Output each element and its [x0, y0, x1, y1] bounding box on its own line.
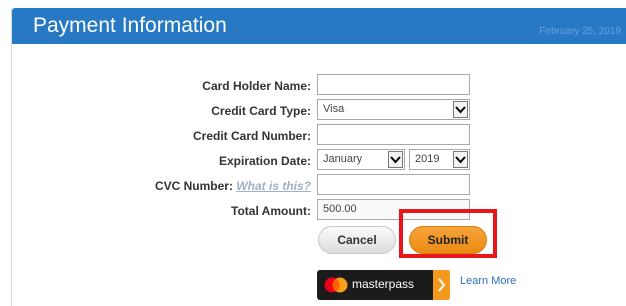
- submit-highlight-box: [399, 209, 497, 258]
- learn-more-link[interactable]: Learn More: [460, 275, 516, 287]
- card-number-input[interactable]: [317, 124, 470, 145]
- card-holder-input[interactable]: [317, 74, 470, 95]
- cvc-input[interactable]: [317, 174, 470, 195]
- payment-panel: Payment Information February 25, 2019 Ca…: [11, 8, 626, 306]
- cvc-label: CVC Number:: [154, 179, 233, 193]
- mastercard-logo-icon: [324, 277, 348, 293]
- expiration-year-select[interactable]: 2019: [409, 149, 470, 170]
- total-amount-label: Total Amount:: [231, 204, 311, 218]
- expiration-month-value: January: [323, 153, 363, 165]
- chevron-right-icon: [433, 270, 450, 300]
- payment-header: Payment Information February 25, 2019: [12, 8, 626, 44]
- card-number-label: Credit Card Number:: [192, 129, 311, 143]
- card-type-select[interactable]: Visa: [317, 99, 470, 120]
- chevron-down-icon: [453, 101, 468, 118]
- header-date: February 25, 2019: [539, 26, 621, 37]
- card-type-label: Credit Card Type:: [211, 104, 311, 118]
- card-holder-label: Card Holder Name:: [202, 79, 311, 93]
- expiration-label: Expiration Date:: [218, 154, 311, 168]
- page-title: Payment Information: [33, 14, 227, 37]
- chevron-down-icon: [388, 151, 403, 168]
- cvc-help-link[interactable]: What is this?: [236, 179, 311, 193]
- cvc-label-row: CVC Number: What is this?: [91, 179, 311, 193]
- masterpass-brand-text: masterpass: [352, 277, 415, 291]
- card-type-value: Visa: [323, 103, 345, 115]
- cancel-button[interactable]: Cancel: [318, 226, 396, 254]
- chevron-down-icon: [453, 151, 468, 168]
- expiration-month-select[interactable]: January: [317, 149, 405, 170]
- masterpass-button[interactable]: masterpass: [317, 270, 450, 300]
- expiration-year-value: 2019: [415, 153, 440, 165]
